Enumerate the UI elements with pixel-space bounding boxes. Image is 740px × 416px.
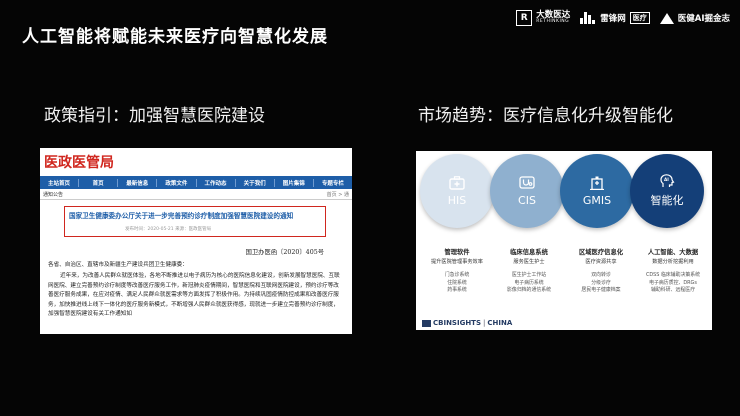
stage-column-item: 双向转诊 [591, 272, 611, 278]
stage-column-sub: 服务医生护士 [513, 259, 545, 265]
notice-title: 国家卫生健康委办公厅关于进一步完善预约诊疗制度加强智慧医院建设的通知 [69, 212, 294, 220]
rethinking-logo-sub: RETHINKING [536, 19, 570, 25]
stage-circles: HIS CIS GMIS AI 智能化 [416, 151, 712, 247]
stage-column-item: 辅助科研、远程医疗 [650, 287, 696, 293]
hospital-building-icon [590, 176, 604, 190]
stage-column-item: 影像归档的通信系统 [506, 287, 552, 293]
stage-column-management: 管理软件 提升医院管理事务效率 门急诊系统 住院系统 药事系统 [420, 247, 494, 295]
webpage-breadcrumb[interactable]: 首页 > 通 [327, 191, 349, 198]
leiphone-logo: 雷锋网 医疗 [580, 12, 650, 24]
stage-column-clinical: 临床信息系统 服务医生护士 医生护士工作站 电子病历系统 影像归档的通信系统 [492, 247, 566, 295]
webpage-nav-bar: 主站首页 首页 最新信息 政策文件 工作动态 关于我们 图片集锦 专题专栏 [40, 176, 352, 189]
medical-ai-logo: 医健AI掘金志 [659, 12, 730, 24]
stage-column-sub: 数据分析挖掘利用 [652, 259, 694, 265]
leiphone-logo-name: 雷锋网 [600, 14, 626, 24]
slide-title: 人工智能将赋能未来医疗向智慧化发展 [22, 27, 328, 47]
webpage-nav-item[interactable]: 最新信息 [118, 178, 158, 187]
webpage-section-label: 通知公告 [43, 191, 64, 198]
policy-heading: 政策指引：加强智慧医院建设 [44, 106, 265, 126]
notice-body: 各省、自治区、直辖市及新疆生产建设兵团卫生健康委： 近年来，为改善人民群众就医体… [40, 256, 352, 319]
stage-column-item: 分级诊疗 [591, 279, 611, 286]
source-region: CHINA [487, 319, 513, 327]
notice-date: 发布时间：2020-05-21 来源：医政医管局 [125, 227, 212, 232]
svg-text:AI: AI [664, 177, 669, 182]
stage-column-head: 人工智能、大数据 [647, 249, 699, 256]
stage-column-head: 临床信息系统 [510, 249, 548, 256]
medical-kit-icon [449, 175, 465, 190]
stage-column-item: 电子病历系统 [514, 279, 544, 286]
stage-column-item: CDSS 临床辅助决策系统 [645, 272, 701, 278]
medical-ai-logo-name: 医健AI掘金志 [677, 14, 730, 24]
stage-label: CIS [518, 193, 536, 207]
source-brand: CBINSIGHTS [433, 319, 482, 327]
leiphone-bars-icon [580, 12, 596, 24]
leiphone-logo-tag: 医疗 [629, 12, 650, 24]
webpage-nav-item[interactable]: 政策文件 [157, 178, 197, 187]
triangle-icon [659, 12, 674, 24]
webpage-header: 医政医管局 [40, 148, 352, 176]
webpage-nav-item[interactable]: 图片集锦 [275, 178, 314, 187]
trend-heading: 市场趋势：医疗信息化升级智能化 [418, 106, 673, 126]
document-number: 国卫办医函〔2020〕405号 [245, 249, 324, 256]
webpage-nav-item[interactable]: 主站首页 [40, 178, 80, 187]
stage-column-head: 区域医疗信息化 [578, 249, 624, 256]
stage-circle-cis: CIS [490, 154, 564, 228]
stage-circle-ai: AI 智能化 [630, 154, 704, 228]
notice-paragraph: 近年来，为改善人民群众就医体验，各地不断推进以电子病历为核心的医院信息化建设，创… [48, 273, 340, 318]
webpage-nav-item[interactable]: 关于我们 [236, 178, 275, 187]
stage-column-item: 门急诊系统 [444, 272, 470, 278]
rethinking-r-icon: R [516, 10, 533, 26]
stage-label: 智能化 [650, 194, 684, 207]
stage-column-item: 医生护士工作站 [511, 272, 547, 278]
stage-column-sub: 提升医院管理事务效率 [431, 259, 483, 265]
stage-column-item: 药事系统 [447, 287, 467, 293]
webpage-nav-item[interactable]: 专题专栏 [314, 179, 352, 187]
stage-column-head: 管理软件 [444, 249, 470, 256]
trend-diagram: HIS CIS GMIS AI 智能化 管理软件 提升医院管理事务效率 门急诊系… [416, 151, 712, 330]
webpage-section-bar: 通知公告 首页 > 通 [40, 189, 352, 200]
source-credit: CBINSIGHTS | CHINA [422, 319, 512, 327]
stage-column-item: 电子病历质控、DRGs [649, 279, 697, 286]
policy-webpage-screenshot: 医政医管局 主站首页 首页 最新信息 政策文件 工作动态 关于我们 图片集锦 专… [40, 148, 352, 334]
webpage-bureau-title: 医政医管局 [44, 155, 114, 171]
notice-highlight-box: 国家卫生健康委办公厅关于进一步完善预约诊疗制度加强智慧医院建设的通知 发布时间：… [64, 206, 326, 237]
webpage-nav-item[interactable]: 首页 [79, 178, 119, 187]
stage-column-item: 住院系统 [447, 279, 467, 286]
stage-column-regional: 区域医疗信息化 医疗资源共享 双向转诊 分级诊疗 居民电子健康档案 [564, 247, 638, 295]
partner-logos: R 大数医达 RETHINKING 雷锋网 医疗 医健AI掘金志 [516, 10, 730, 26]
stage-column-ai: 人工智能、大数据 数据分析挖掘利用 CDSS 临床辅助决策系统 电子病历质控、D… [636, 247, 710, 295]
cbinsights-mark-icon [422, 319, 431, 327]
stage-circle-gmis: GMIS [560, 154, 634, 228]
stethoscope-icon [519, 175, 535, 189]
stage-label: GMIS [582, 193, 612, 207]
notice-salutation: 各省、自治区、直辖市及新疆生产建设兵团卫生健康委： [48, 262, 188, 268]
stage-label: HIS [447, 193, 467, 207]
stage-column-sub: 医疗资源共享 [585, 259, 617, 265]
ai-head-icon: AI [660, 174, 675, 187]
stage-circle-his: HIS [420, 154, 494, 228]
rethinking-logo: R 大数医达 RETHINKING [516, 10, 570, 26]
stage-column-item: 居民电子健康档案 [581, 287, 621, 293]
webpage-nav-item[interactable]: 工作动态 [197, 178, 236, 187]
